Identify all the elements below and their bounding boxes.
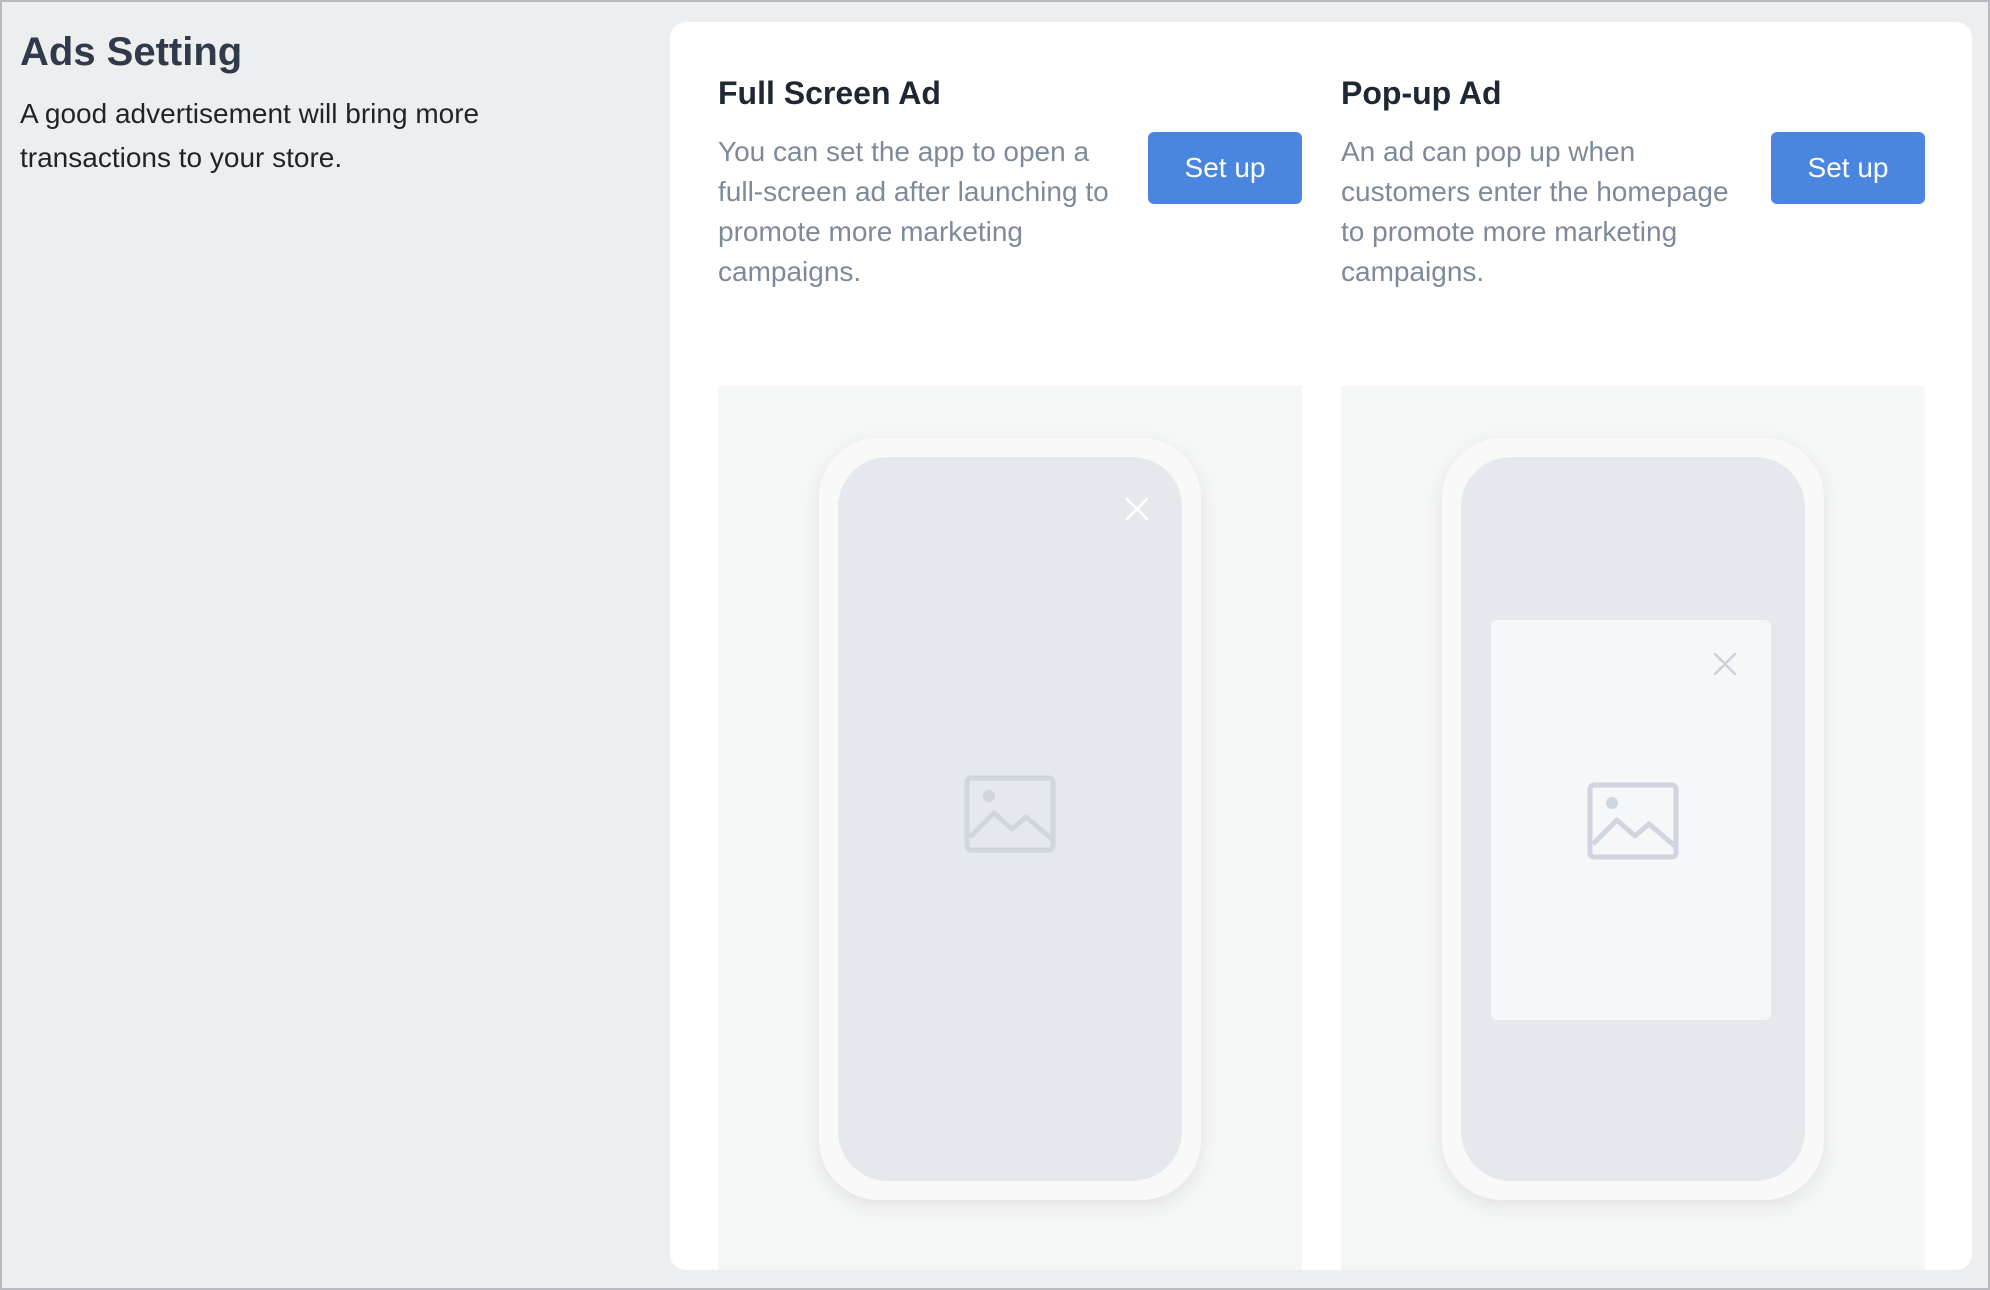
page-description: A good advertisement will bring more tra… bbox=[20, 98, 480, 173]
popup-ad-body: An ad can pop up when customers enter th… bbox=[1341, 132, 1925, 322]
phone-mockup bbox=[819, 438, 1201, 1200]
close-icon bbox=[1711, 650, 1739, 678]
page-title: Ads Setting bbox=[20, 30, 243, 74]
image-placeholder-icon bbox=[964, 775, 1056, 853]
phone-screen bbox=[838, 457, 1182, 1181]
full-screen-ad-title: Full Screen Ad bbox=[718, 75, 941, 111]
full-screen-ad-body: You can set the app to open a full-scree… bbox=[718, 132, 1302, 322]
popup-ad-setup-button[interactable]: Set up bbox=[1771, 132, 1925, 204]
popup-ad-description: An ad can pop up when customers enter th… bbox=[1341, 136, 1729, 287]
popup-ad-dialog bbox=[1491, 620, 1771, 1020]
app-window: Ads Setting A good advertisement will br… bbox=[0, 0, 1990, 1290]
intro-section: Ads Setting A good advertisement will br… bbox=[20, 24, 580, 180]
full-screen-ad-description: You can set the app to open a full-scree… bbox=[718, 136, 1109, 287]
close-icon bbox=[1123, 495, 1151, 523]
popup-ad-preview bbox=[1341, 386, 1925, 1270]
full-screen-ad-card: Full Screen Ad You can set the app to op… bbox=[718, 70, 1302, 1270]
full-screen-ad-setup-button[interactable]: Set up bbox=[1148, 132, 1302, 204]
popup-ad-card: Pop-up Ad An ad can pop up when customer… bbox=[1341, 70, 1925, 1270]
phone-screen bbox=[1461, 457, 1805, 1181]
phone-mockup bbox=[1442, 438, 1824, 1200]
ads-panel: Full Screen Ad You can set the app to op… bbox=[670, 22, 1972, 1270]
image-placeholder-icon bbox=[1587, 782, 1679, 860]
full-screen-ad-preview bbox=[718, 386, 1302, 1270]
popup-ad-title: Pop-up Ad bbox=[1341, 75, 1502, 111]
